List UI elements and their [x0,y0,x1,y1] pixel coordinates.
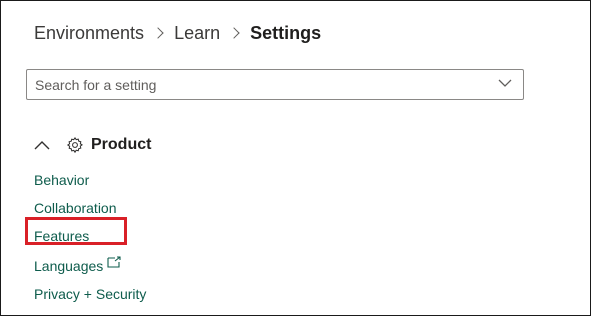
gear-icon [66,136,83,154]
link-languages[interactable]: Languages [34,257,103,275]
section-header-product[interactable]: Product [34,135,151,155]
chevron-right-icon [228,27,240,39]
search-setting-combobox[interactable] [26,69,524,100]
link-collaboration[interactable]: Collaboration [34,199,117,217]
settings-panel: Environments Learn Settings Product Beha… [0,0,591,316]
chevron-up-icon[interactable] [34,140,50,150]
search-input[interactable] [35,70,495,99]
link-behavior[interactable]: Behavior [34,171,89,189]
breadcrumb: Environments Learn Settings [34,21,321,45]
breadcrumb-item-learn[interactable]: Learn [174,21,220,45]
link-privacy-security[interactable]: Privacy + Security [34,285,146,303]
chevron-down-icon[interactable] [498,76,512,90]
breadcrumb-item-environments[interactable]: Environments [34,21,144,45]
external-window-icon [107,256,121,268]
page-title: Settings [250,23,322,43]
chevron-right-icon [152,27,164,39]
highlight-box [25,217,127,245]
section-title: Product [91,136,152,153]
